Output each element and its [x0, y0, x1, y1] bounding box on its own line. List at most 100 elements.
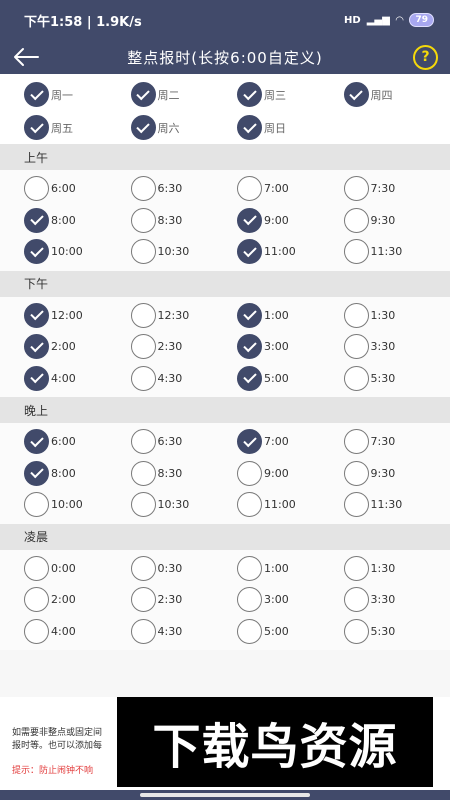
time-slot-option[interactable]: 12:30 — [130, 300, 238, 332]
weekday-option[interactable]: 周三 — [237, 78, 344, 111]
checked-circle-icon[interactable] — [237, 239, 262, 265]
checked-circle-icon[interactable] — [24, 365, 49, 391]
weekday-option[interactable]: 周五 — [24, 111, 131, 144]
checked-circle-icon[interactable] — [237, 365, 262, 391]
time-slot-option[interactable]: 2:30 — [130, 331, 238, 363]
time-slot-option[interactable]: 5:30 — [343, 363, 450, 395]
checked-circle-icon[interactable] — [343, 82, 369, 107]
time-slot-option[interactable]: 8:30 — [130, 458, 238, 490]
checked-circle-icon[interactable] — [130, 115, 156, 140]
time-slot-option[interactable]: 3:30 — [343, 331, 450, 363]
checked-circle-icon[interactable] — [24, 429, 49, 455]
unchecked-circle-icon[interactable] — [24, 555, 49, 581]
time-slot-option[interactable]: 11:30 — [343, 489, 450, 521]
time-slot-option[interactable]: 3:00 — [237, 331, 344, 363]
time-slot-option[interactable]: 4:30 — [130, 363, 238, 395]
time-slot-option[interactable]: 8:00 — [24, 205, 131, 237]
unchecked-circle-icon[interactable] — [130, 492, 156, 518]
time-slot-option[interactable]: 10:00 — [24, 236, 131, 268]
unchecked-circle-icon[interactable] — [343, 365, 369, 391]
checked-circle-icon[interactable] — [130, 82, 156, 107]
unchecked-circle-icon[interactable] — [130, 365, 156, 391]
unchecked-circle-icon[interactable] — [237, 492, 262, 518]
time-slot-option[interactable]: 4:30 — [130, 616, 238, 648]
checked-circle-icon[interactable] — [24, 115, 49, 140]
unchecked-circle-icon[interactable] — [24, 176, 49, 202]
time-slot-option[interactable]: 11:00 — [237, 489, 344, 521]
time-slot-option[interactable]: 8:30 — [130, 205, 238, 237]
unchecked-circle-icon[interactable] — [237, 587, 262, 613]
unchecked-circle-icon[interactable] — [130, 239, 156, 265]
unchecked-circle-icon[interactable] — [343, 334, 369, 360]
checked-circle-icon[interactable] — [237, 82, 262, 107]
time-slot-option[interactable]: 6:00 — [24, 426, 131, 458]
unchecked-circle-icon[interactable] — [343, 460, 369, 486]
time-slot-option[interactable]: 1:30 — [343, 553, 450, 585]
time-slot-option[interactable]: 7:30 — [343, 173, 450, 205]
unchecked-circle-icon[interactable] — [130, 429, 156, 455]
time-slot-option[interactable]: 9:30 — [343, 458, 450, 490]
checked-circle-icon[interactable] — [237, 207, 262, 233]
weekday-option[interactable]: 周一 — [24, 78, 131, 111]
time-slot-option[interactable]: 10:30 — [130, 236, 238, 268]
time-slot-option[interactable]: 7:00 — [237, 173, 344, 205]
time-slot-option[interactable]: 11:30 — [343, 236, 450, 268]
time-slot-option[interactable]: 2:30 — [130, 584, 238, 616]
unchecked-circle-icon[interactable] — [343, 176, 369, 202]
time-slot-option[interactable]: 11:00 — [237, 236, 344, 268]
checked-circle-icon[interactable] — [24, 460, 49, 486]
time-slot-option[interactable]: 9:00 — [237, 205, 344, 237]
time-slot-option[interactable]: 4:00 — [24, 363, 131, 395]
checked-circle-icon[interactable] — [237, 429, 262, 455]
time-slot-option[interactable]: 0:00 — [24, 553, 131, 585]
unchecked-circle-icon[interactable] — [237, 460, 262, 486]
unchecked-circle-icon[interactable] — [24, 587, 49, 613]
unchecked-circle-icon[interactable] — [130, 302, 156, 328]
unchecked-circle-icon[interactable] — [237, 176, 262, 202]
time-slot-option[interactable]: 7:00 — [237, 426, 344, 458]
time-slot-option[interactable]: 5:30 — [343, 616, 450, 648]
unchecked-circle-icon[interactable] — [343, 207, 369, 233]
weekday-option[interactable]: 周二 — [130, 78, 238, 111]
weekday-option[interactable]: 周日 — [237, 111, 344, 144]
unchecked-circle-icon[interactable] — [130, 555, 156, 581]
unchecked-circle-icon[interactable] — [237, 618, 262, 644]
help-icon[interactable]: ? — [413, 45, 438, 70]
checked-circle-icon[interactable] — [24, 302, 49, 328]
unchecked-circle-icon[interactable] — [343, 492, 369, 518]
unchecked-circle-icon[interactable] — [130, 587, 156, 613]
unchecked-circle-icon[interactable] — [343, 618, 369, 644]
unchecked-circle-icon[interactable] — [130, 460, 156, 486]
unchecked-circle-icon[interactable] — [130, 334, 156, 360]
unchecked-circle-icon[interactable] — [343, 429, 369, 455]
time-slot-option[interactable]: 3:00 — [237, 584, 344, 616]
time-slot-option[interactable]: 6:30 — [130, 173, 238, 205]
checked-circle-icon[interactable] — [24, 239, 49, 265]
time-slot-option[interactable]: 4:00 — [24, 616, 131, 648]
unchecked-circle-icon[interactable] — [343, 587, 369, 613]
time-slot-option[interactable]: 6:00 — [24, 173, 131, 205]
time-slot-option[interactable]: 10:30 — [130, 489, 238, 521]
time-slot-option[interactable]: 8:00 — [24, 458, 131, 490]
time-slot-option[interactable]: 1:00 — [237, 553, 344, 585]
time-slot-option[interactable]: 5:00 — [237, 363, 344, 395]
unchecked-circle-icon[interactable] — [237, 555, 262, 581]
unchecked-circle-icon[interactable] — [24, 618, 49, 644]
unchecked-circle-icon[interactable] — [130, 618, 156, 644]
time-slot-option[interactable]: 9:00 — [237, 458, 344, 490]
checked-circle-icon[interactable] — [237, 302, 262, 328]
checked-circle-icon[interactable] — [237, 334, 262, 360]
time-slot-option[interactable]: 1:30 — [343, 300, 450, 332]
weekday-option[interactable]: 周四 — [343, 78, 450, 111]
checked-circle-icon[interactable] — [24, 207, 49, 233]
unchecked-circle-icon[interactable] — [343, 555, 369, 581]
time-slot-option[interactable]: 3:30 — [343, 584, 450, 616]
unchecked-circle-icon[interactable] — [343, 302, 369, 328]
time-slot-option[interactable]: 9:30 — [343, 205, 450, 237]
time-slot-option[interactable]: 12:00 — [24, 300, 131, 332]
time-slot-option[interactable]: 2:00 — [24, 584, 131, 616]
unchecked-circle-icon[interactable] — [24, 492, 49, 518]
weekday-option[interactable]: 周六 — [130, 111, 238, 144]
time-slot-option[interactable]: 2:00 — [24, 331, 131, 363]
checked-circle-icon[interactable] — [237, 115, 262, 140]
